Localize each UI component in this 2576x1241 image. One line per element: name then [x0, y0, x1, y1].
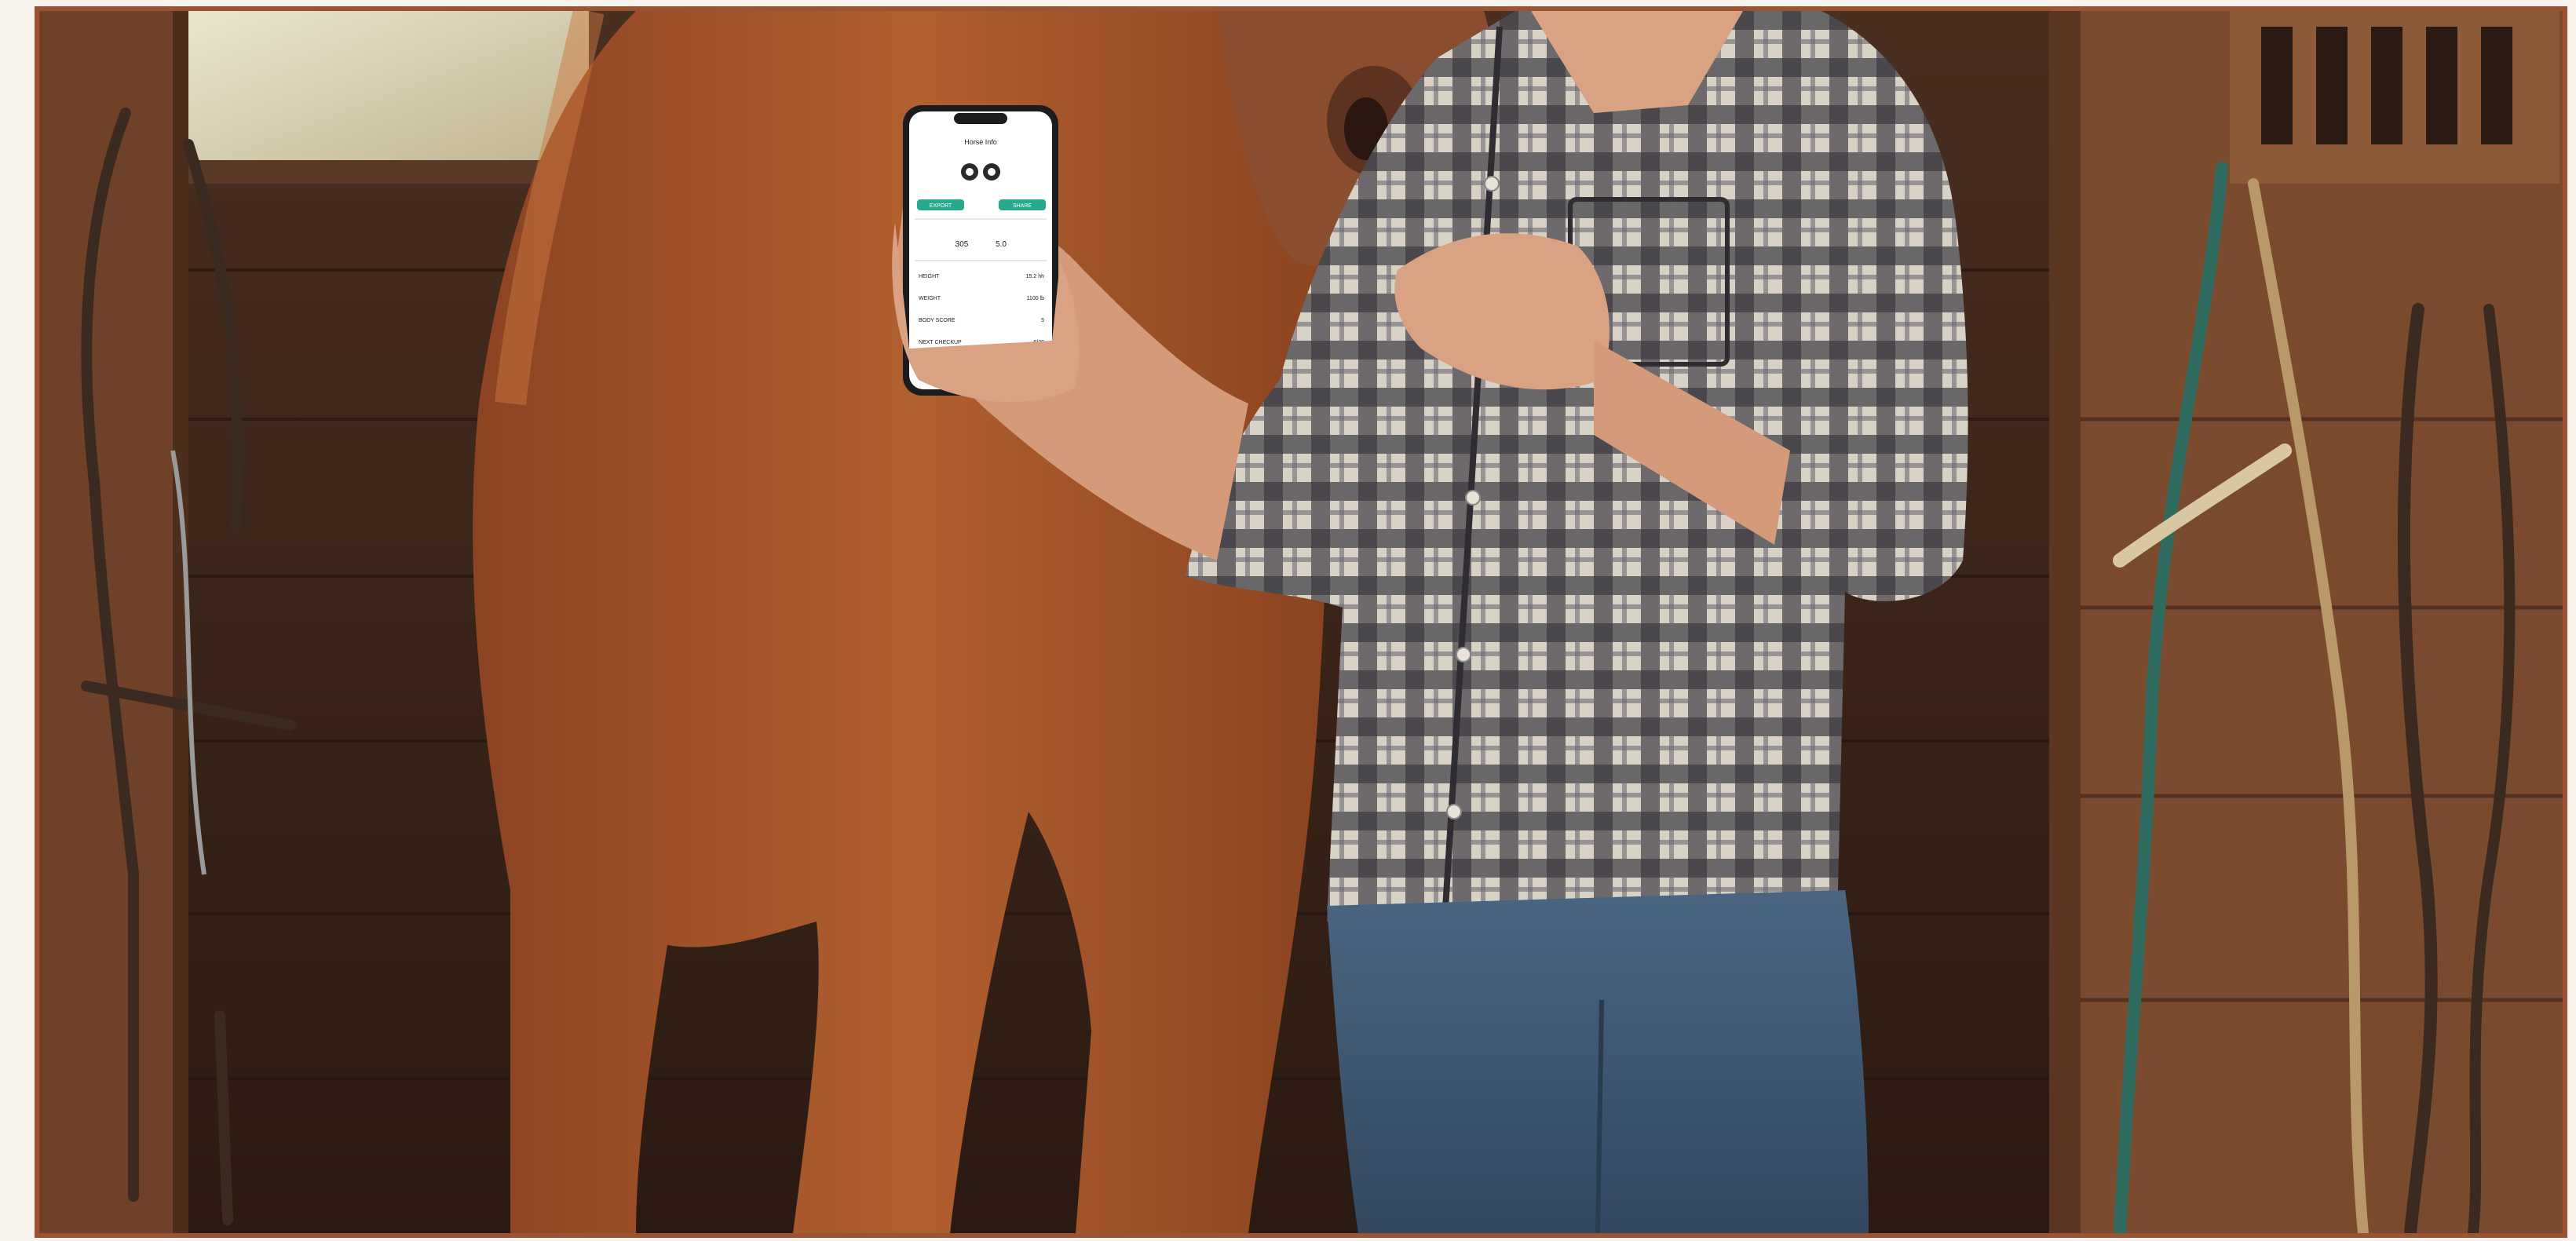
- row-value-2: 1100 lb: [1027, 296, 1045, 301]
- photo-frame: Horse Info EXPORT SHARE 305 5.0 HEIGHT 1…: [35, 6, 2567, 1238]
- export-badge-label: EXPORT: [930, 203, 952, 209]
- row-label-3: BODY SCORE: [919, 318, 955, 323]
- left-wood-post: [39, 11, 188, 1233]
- row-value-3: 5: [1041, 318, 1044, 323]
- stat-value-2: 5.0: [996, 240, 1007, 249]
- app-header-title: Horse Info: [964, 138, 997, 146]
- share-badge-label: SHARE: [1013, 203, 1032, 209]
- stat-value-1: 305: [955, 240, 969, 249]
- window-light: [181, 11, 589, 168]
- row-value-1: 15.2 hh: [1026, 274, 1044, 279]
- row-label-2: WEIGHT: [919, 296, 941, 301]
- stable-photo: Horse Info EXPORT SHARE 305 5.0 HEIGHT 1…: [39, 11, 2563, 1233]
- row-label-1: HEIGHT: [919, 274, 940, 279]
- row-label-4: NEXT CHECKUP: [919, 340, 962, 345]
